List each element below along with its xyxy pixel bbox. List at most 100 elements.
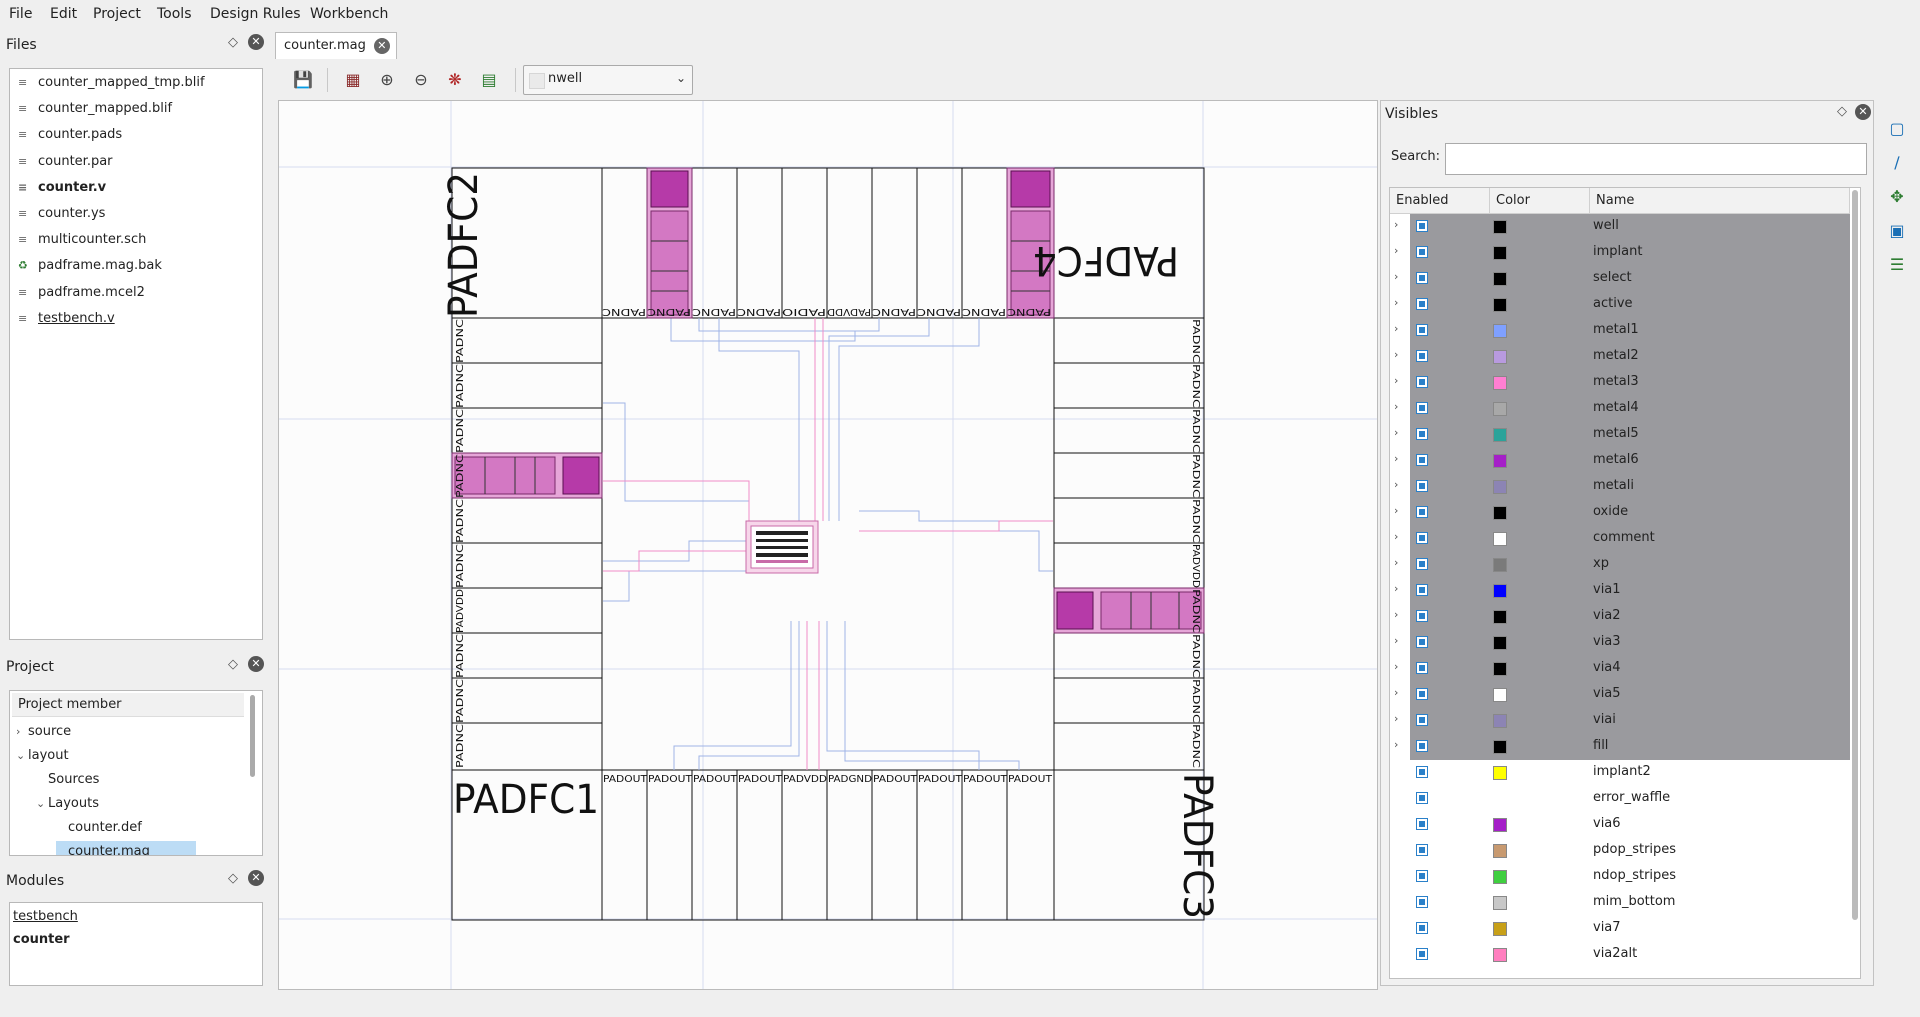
- layer-row[interactable]: › oxide: [1390, 500, 1850, 526]
- color-swatch[interactable]: [1493, 220, 1507, 234]
- chevron-right-icon[interactable]: ›: [1394, 608, 1398, 621]
- enabled-checkbox[interactable]: [1416, 376, 1428, 388]
- enabled-checkbox[interactable]: [1416, 740, 1428, 752]
- chevron-right-icon[interactable]: ›: [1394, 530, 1398, 543]
- 3d-view-icon[interactable]: ▦: [339, 66, 367, 94]
- layout-canvas[interactable]: PADFC2 PADFC4 PADFC1 PADFC3 PADOUT PADOUT…: [278, 100, 1378, 990]
- layer-row[interactable]: › metali: [1390, 474, 1850, 500]
- close-icon[interactable]: ✕: [248, 870, 264, 886]
- menu-edit[interactable]: Edit: [50, 6, 77, 22]
- enabled-checkbox[interactable]: [1416, 662, 1428, 674]
- enabled-checkbox[interactable]: [1416, 532, 1428, 544]
- color-swatch[interactable]: [1493, 948, 1507, 962]
- module-counter[interactable]: counter: [13, 930, 70, 950]
- chevron-right-icon[interactable]: ›: [1394, 660, 1398, 673]
- file-item[interactable]: ≡ padframe.mcel2: [18, 283, 145, 303]
- layer-row[interactable]: error_waffle: [1390, 786, 1850, 812]
- line-tool-icon[interactable]: ∕: [1884, 150, 1910, 176]
- float-icon[interactable]: ◇: [1833, 103, 1851, 121]
- tree-item[interactable]: counter.def: [56, 817, 142, 839]
- save-icon[interactable]: 💾: [289, 66, 317, 94]
- chevron-right-icon[interactable]: ›: [1394, 374, 1398, 387]
- layer-row[interactable]: pdop_stripes: [1390, 838, 1850, 864]
- chevron-right-icon[interactable]: ›: [1394, 296, 1398, 309]
- chevron-right-icon[interactable]: ›: [1394, 400, 1398, 413]
- enabled-checkbox[interactable]: [1416, 272, 1428, 284]
- layer-row[interactable]: › select: [1390, 266, 1850, 292]
- menu-project[interactable]: Project: [93, 6, 141, 22]
- color-swatch[interactable]: [1493, 376, 1507, 390]
- layer-row[interactable]: › fill: [1390, 734, 1850, 760]
- layer-row[interactable]: › via4: [1390, 656, 1850, 682]
- layer-row[interactable]: › comment: [1390, 526, 1850, 552]
- move-tool-icon[interactable]: ✥: [1884, 184, 1910, 210]
- color-swatch[interactable]: [1493, 610, 1507, 624]
- close-icon[interactable]: ✕: [248, 34, 264, 50]
- layer-row[interactable]: mim_bottom: [1390, 890, 1850, 916]
- enabled-checkbox[interactable]: [1416, 506, 1428, 518]
- menu-workbench[interactable]: Workbench: [310, 6, 388, 22]
- chevron-right-icon[interactable]: ›: [1394, 322, 1398, 335]
- float-icon[interactable]: ◇: [224, 34, 242, 52]
- color-swatch[interactable]: [1493, 480, 1507, 494]
- layer-row[interactable]: via2alt: [1390, 942, 1850, 968]
- tree-item[interactable]: counter.mag: [56, 841, 196, 855]
- color-swatch[interactable]: [1493, 428, 1507, 442]
- layers-list-icon[interactable]: ▤: [475, 66, 503, 94]
- search-input[interactable]: [1445, 143, 1867, 175]
- tab-counter-mag[interactable]: counter.mag ✕: [275, 32, 397, 59]
- enabled-checkbox[interactable]: [1416, 428, 1428, 440]
- layer-row[interactable]: › implant: [1390, 240, 1850, 266]
- chevron-right-icon[interactable]: ›: [1394, 478, 1398, 491]
- layer-select[interactable]: nwell ⌄: [523, 65, 693, 95]
- chevron-right-icon[interactable]: ›: [1394, 556, 1398, 569]
- layer-row[interactable]: › metal5: [1390, 422, 1850, 448]
- chevron-right-icon[interactable]: ›: [1394, 686, 1398, 699]
- color-swatch[interactable]: [1493, 662, 1507, 676]
- chevron-right-icon[interactable]: ›: [1394, 738, 1398, 751]
- tree-item[interactable]: Sources: [36, 769, 99, 791]
- tree-item[interactable]: › source: [16, 721, 71, 743]
- file-item[interactable]: ≡ counter_mapped.blif: [18, 99, 172, 119]
- layer-row[interactable]: › well: [1390, 214, 1850, 240]
- color-swatch[interactable]: [1493, 922, 1507, 936]
- enabled-checkbox[interactable]: [1416, 454, 1428, 466]
- layer-row[interactable]: ndop_stripes: [1390, 864, 1850, 890]
- layer-row[interactable]: via7: [1390, 916, 1850, 942]
- close-icon[interactable]: ✕: [373, 38, 390, 54]
- color-swatch[interactable]: [1493, 246, 1507, 260]
- enabled-checkbox[interactable]: [1416, 844, 1428, 856]
- chevron-right-icon[interactable]: ›: [1394, 244, 1398, 257]
- enabled-checkbox[interactable]: [1416, 298, 1428, 310]
- layer-row[interactable]: › metal3: [1390, 370, 1850, 396]
- color-swatch[interactable]: [1493, 506, 1507, 520]
- layer-row[interactable]: › via1: [1390, 578, 1850, 604]
- zoom-out-icon[interactable]: ⊖: [407, 66, 435, 94]
- enabled-checkbox[interactable]: [1416, 350, 1428, 362]
- chevron-right-icon[interactable]: ›: [1394, 348, 1398, 361]
- enabled-checkbox[interactable]: [1416, 558, 1428, 570]
- file-item[interactable]: ♻ padframe.mag.bak: [18, 256, 162, 276]
- enabled-checkbox[interactable]: [1416, 584, 1428, 596]
- chevron-right-icon[interactable]: ›: [1394, 634, 1398, 647]
- enabled-checkbox[interactable]: [1416, 688, 1428, 700]
- layer-row[interactable]: › metal2: [1390, 344, 1850, 370]
- color-swatch[interactable]: [1493, 298, 1507, 312]
- enabled-checkbox[interactable]: [1416, 714, 1428, 726]
- scrollbar[interactable]: [1852, 190, 1858, 920]
- chevron-right-icon[interactable]: ›: [1394, 426, 1398, 439]
- enabled-checkbox[interactable]: [1416, 792, 1428, 804]
- file-item[interactable]: ≡ testbench.v: [18, 309, 115, 329]
- file-item[interactable]: ≡ multicounter.sch: [18, 230, 146, 250]
- menu-tools[interactable]: Tools: [157, 6, 192, 22]
- enabled-checkbox[interactable]: [1416, 324, 1428, 336]
- layers-icon[interactable]: ☰: [1884, 252, 1910, 278]
- layer-row[interactable]: › active: [1390, 292, 1850, 318]
- color-swatch[interactable]: [1493, 558, 1507, 572]
- color-swatch[interactable]: [1493, 324, 1507, 338]
- module-testbench[interactable]: testbench: [13, 907, 78, 927]
- enabled-checkbox[interactable]: [1416, 870, 1428, 882]
- layer-row[interactable]: › metal6: [1390, 448, 1850, 474]
- enabled-checkbox[interactable]: [1416, 480, 1428, 492]
- layer-row[interactable]: › via5: [1390, 682, 1850, 708]
